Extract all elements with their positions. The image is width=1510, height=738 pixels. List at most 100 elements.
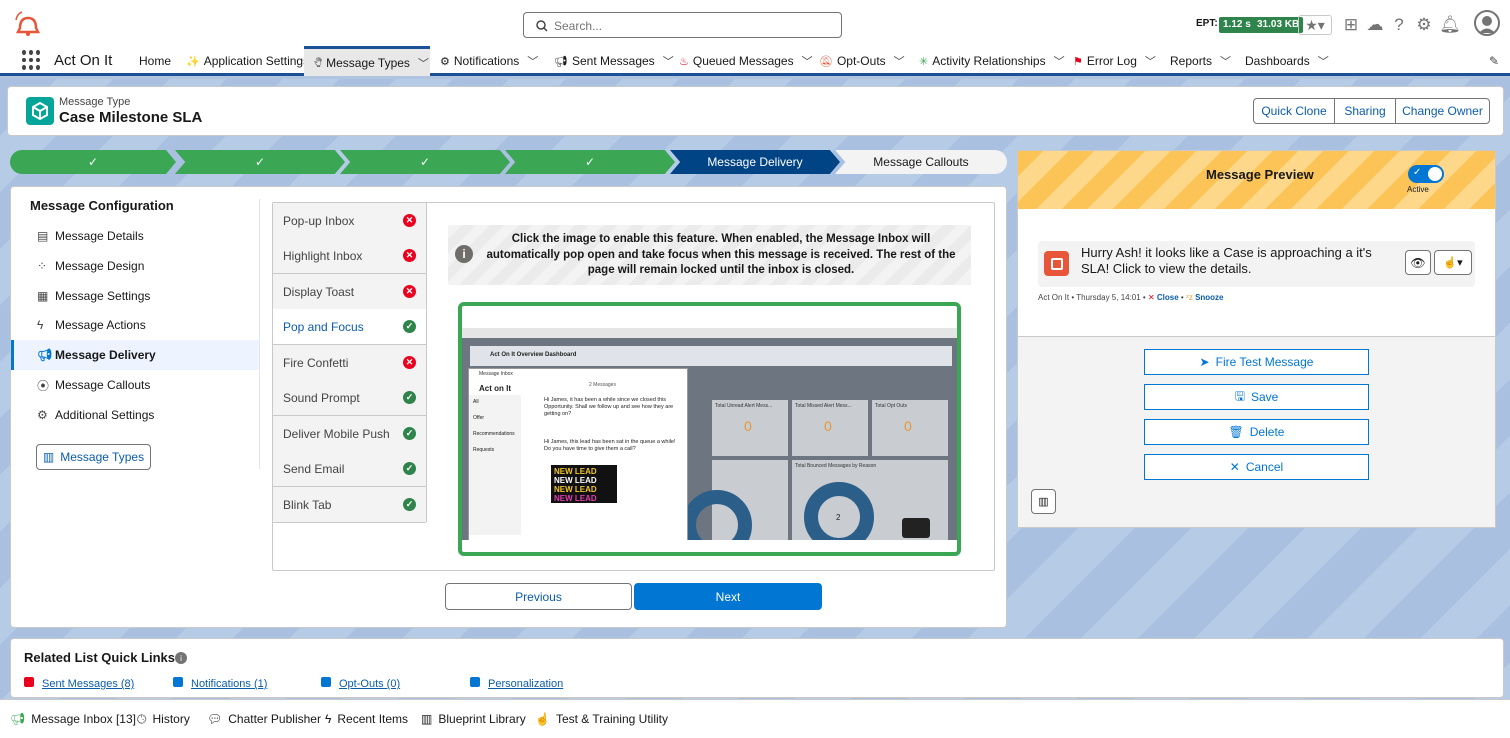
view-eye-icon[interactable]: 👁︎ xyxy=(1405,250,1431,275)
global-search-input[interactable]: Search... xyxy=(523,12,842,38)
feature-pop-up-inbox[interactable]: Pop-up Inbox ✕ xyxy=(273,203,426,239)
nav-notifications[interactable]: ⚙ Notifications ﹀ xyxy=(440,46,538,76)
settings-wand-icon: ✨ xyxy=(186,55,200,68)
utility-test-training[interactable]: ☝ Test & Training Utility xyxy=(535,712,668,726)
menu-additional-settings[interactable]: ⚙ Additional Settings xyxy=(11,400,259,430)
edit-nav-pencil-icon[interactable]: ✎ xyxy=(1489,46,1499,76)
utility-blueprint-library[interactable]: ▥ Blueprint Library xyxy=(421,712,526,726)
callout-icon: ⦿ xyxy=(37,378,50,393)
nav-dashboards[interactable]: Dashboards ﹀ xyxy=(1245,46,1329,76)
change-owner-button[interactable]: Change Owner xyxy=(1395,98,1490,124)
record-type-label: Message Type xyxy=(59,96,131,108)
message-preview-panel: Message Preview ✓ Active Hurry Ash! it l… xyxy=(1017,150,1496,528)
shot-inbox-header: Message Inbox xyxy=(479,371,513,377)
sent-messages-icon xyxy=(24,677,34,687)
delete-button[interactable]: 🗑︎ Delete xyxy=(1144,419,1369,445)
fire-test-message-button[interactable]: ➤ Fire Test Message xyxy=(1144,349,1369,375)
menu-message-design[interactable]: ⁘ Message Design xyxy=(11,251,259,281)
shot-utility-bar xyxy=(462,540,957,552)
menu-label: Message Settings xyxy=(55,289,151,303)
related-link-personalization[interactable]: Personalization xyxy=(470,677,563,690)
path-step-message-delivery[interactable]: Message Delivery xyxy=(670,150,840,174)
nav-opt-outs[interactable]: 🔕︎ Opt-Outs ﹀ xyxy=(819,46,905,76)
chevron-down-icon[interactable]: ﹀ xyxy=(1145,53,1156,69)
trailhead-icon[interactable]: ☁ xyxy=(1365,15,1385,35)
user-avatar[interactable] xyxy=(1474,10,1500,36)
previous-button[interactable]: Previous xyxy=(445,583,632,610)
nav-sent-messages[interactable]: 📢︎ Sent Messages ﹀ xyxy=(554,46,674,76)
feature-deliver-mobile-push[interactable]: Deliver Mobile Push ✓ xyxy=(273,416,426,452)
pop-and-focus-preview-image[interactable]: Act On It Overview Dashboard Total Unrea… xyxy=(458,302,961,556)
message-types-icon: 🖐︎ xyxy=(314,57,323,69)
active-toggle[interactable]: ✓ xyxy=(1408,165,1444,183)
nav-message-types[interactable]: 🖐︎ Message Types ﹀ xyxy=(304,46,430,76)
menu-message-delivery[interactable]: 📢︎ Message Delivery xyxy=(11,340,259,370)
chevron-down-icon[interactable]: ﹀ xyxy=(1220,53,1231,69)
chevron-down-icon[interactable]: ﹀ xyxy=(894,53,905,69)
feature-label: Pop and Focus xyxy=(283,319,364,334)
favorites-star-icon[interactable]: ★▾ xyxy=(1298,15,1332,35)
chevron-down-icon[interactable]: ﹀ xyxy=(1318,53,1329,69)
shot-message-1: Hi James, it has been a while since we c… xyxy=(544,397,674,417)
utility-message-inbox[interactable]: 📢︎ Message Inbox [13] xyxy=(10,712,136,726)
info-icon[interactable]: i xyxy=(175,652,187,664)
feature-fire-confetti[interactable]: Fire Confetti ✕ xyxy=(273,345,426,381)
nav-application-settings[interactable]: ✨ Application Settings xyxy=(186,46,309,76)
ept-time-badge: 1.12 s xyxy=(1219,17,1255,33)
path-step-message-callouts[interactable]: Message Callouts xyxy=(835,150,1007,174)
path-step-4[interactable]: ✓ xyxy=(505,150,675,174)
path-step-1[interactable]: ✓ xyxy=(10,150,176,174)
feature-display-toast[interactable]: Display Toast ✕ xyxy=(273,274,426,310)
actions-menu-icon[interactable]: ☝▾ xyxy=(1434,250,1472,275)
feature-pop-and-focus[interactable]: Pop and Focus ✓ xyxy=(273,309,426,345)
utility-recent-items[interactable]: ϟ Recent Items xyxy=(325,712,408,726)
message-types-button[interactable]: ▥ Message Types xyxy=(36,444,151,470)
help-icon[interactable]: ? xyxy=(1389,15,1409,35)
app-launcher-icon[interactable] xyxy=(22,50,42,70)
nav-home[interactable]: Home xyxy=(139,46,171,76)
related-link-sent-messages[interactable]: Sent Messages (8) xyxy=(24,677,134,690)
nav-reports[interactable]: Reports ﹀ xyxy=(1170,46,1231,76)
message-type-record-icon xyxy=(26,97,54,125)
sharing-button[interactable]: Sharing xyxy=(1334,98,1396,124)
quick-clone-button[interactable]: Quick Clone xyxy=(1253,98,1335,124)
feature-send-email[interactable]: Send Email ✓ xyxy=(273,451,426,487)
setup-gear-icon[interactable]: ⚙ xyxy=(1414,15,1434,35)
feature-highlight-inbox[interactable]: Highlight Inbox ✕ xyxy=(273,238,426,274)
chevron-down-icon[interactable]: ﹀ xyxy=(663,53,674,69)
feature-sound-prompt[interactable]: Sound Prompt ✓ xyxy=(273,380,426,416)
path-step-3[interactable]: ✓ xyxy=(340,150,510,174)
preview-toast[interactable]: Hurry Ash! it looks like a Case is appro… xyxy=(1038,241,1475,287)
close-link[interactable]: Close xyxy=(1157,293,1179,302)
nav-queued-messages[interactable]: ♨ Queued Messages ﹀ xyxy=(679,46,813,76)
menu-message-settings[interactable]: ▦ Message Settings xyxy=(11,281,259,311)
nav-activity-relationships[interactable]: ✳ Activity Relationships ﹀ xyxy=(919,46,1065,76)
nav-error-log[interactable]: ⚑ Error Log ﹀ xyxy=(1073,46,1156,76)
feature-blink-tab[interactable]: Blink Tab ✓ xyxy=(273,487,426,523)
notifications-bell-icon[interactable]: 🔔︎ xyxy=(1439,15,1461,35)
chevron-down-icon[interactable]: ﹀ xyxy=(527,53,538,69)
add-icon[interactable]: ⊞ xyxy=(1341,15,1361,35)
utility-history[interactable]: 🕓︎ History xyxy=(137,712,190,727)
path-step-2[interactable]: ✓ xyxy=(175,150,345,174)
chevron-down-icon[interactable]: ﹀ xyxy=(418,55,429,71)
menu-message-callouts[interactable]: ⦿ Message Callouts xyxy=(11,370,259,400)
related-link-notifications[interactable]: Notifications (1) xyxy=(173,677,267,690)
toggle-knob xyxy=(1428,167,1442,181)
chevron-down-icon[interactable]: ﹀ xyxy=(802,53,813,69)
cancel-button[interactable]: ✕ Cancel xyxy=(1144,454,1369,480)
library-icon[interactable]: ▥ xyxy=(1031,489,1056,514)
next-button[interactable]: Next xyxy=(634,583,822,610)
feature-label: Fire Confetti xyxy=(283,355,349,370)
snooze-link[interactable]: Snooze xyxy=(1195,293,1223,302)
app-logo-icon[interactable] xyxy=(14,10,42,38)
related-link-opt-outs[interactable]: Opt-Outs (0) xyxy=(321,677,400,690)
chevron-down-icon[interactable]: ﹀ xyxy=(1054,53,1065,69)
utility-chatter-publisher[interactable]: 💬︎ Chatter Publisher xyxy=(207,712,321,726)
menu-message-details[interactable]: ▤ Message Details xyxy=(11,221,259,251)
menu-message-actions[interactable]: ϟ Message Actions xyxy=(11,310,259,340)
save-button[interactable]: 🖫 Save xyxy=(1144,384,1369,410)
related-link-label: Opt-Outs (0) xyxy=(339,678,401,690)
nav-opt-outs-label: Opt-Outs xyxy=(836,54,886,68)
design-icon: ⁘ xyxy=(37,259,48,273)
